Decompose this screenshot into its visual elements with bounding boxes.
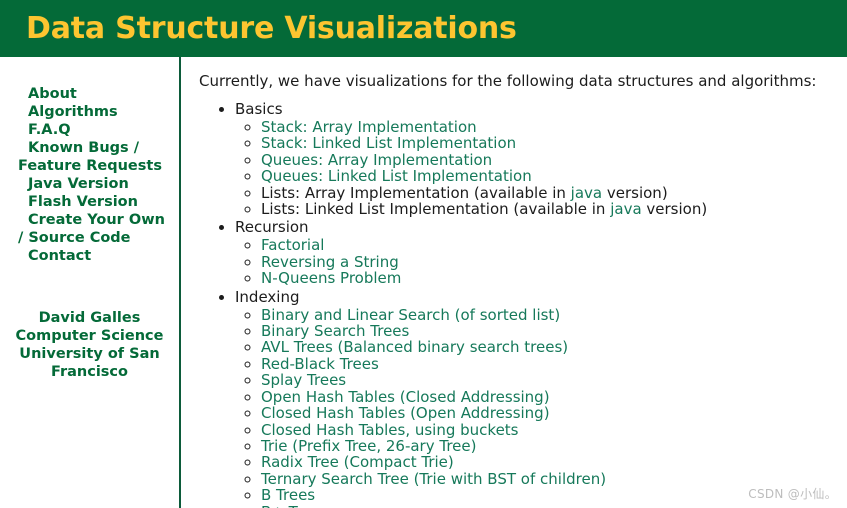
author-department: Computer Science	[15, 328, 164, 344]
visualization-link[interactable]: Splay Trees	[261, 371, 346, 389]
list-item[interactable]: Binary and Linear Search (of sorted list…	[261, 306, 847, 324]
page-title: Data Structure Visualizations	[26, 10, 517, 46]
visualization-link[interactable]: B Trees	[261, 486, 315, 504]
sidebar-item-label: Algorithms	[28, 104, 118, 120]
sidebar-item-algorithms[interactable]: Algorithms	[18, 103, 173, 121]
item-text: Lists: Array Implementation (available i…	[261, 183, 571, 202]
sidebar-item-label: Flash Version	[28, 194, 138, 210]
intro-text: Currently, we have visualizations for th…	[199, 72, 817, 90]
sidebar-item-create-your-own-source-code[interactable]: Create Your Own / Source Code	[18, 211, 173, 247]
page-header: Data Structure Visualizations	[0, 0, 847, 57]
list-item[interactable]: Lists: Linked List Implementation (avail…	[261, 201, 847, 217]
section-basics: BasicsStack: Array ImplementationStack: …	[235, 99, 847, 217]
list-item[interactable]: Factorial	[261, 237, 847, 253]
visualization-link[interactable]: Queues: Array Implementation	[261, 151, 492, 169]
visualization-link[interactable]: Closed Hash Tables, using buckets	[261, 421, 519, 439]
list-item[interactable]: Radix Tree (Compact Trie)	[261, 454, 847, 470]
list-item[interactable]: Queues: Array Implementation	[261, 152, 847, 168]
sidebar-item-about[interactable]: About	[18, 85, 173, 103]
sidebar-item-label: About	[28, 86, 77, 102]
section-recursion: RecursionFactorialReversing a StringN-Qu…	[235, 217, 847, 286]
main-content: Currently, we have visualizations for th…	[181, 57, 847, 508]
visualization-link[interactable]: Radix Tree (Compact Trie)	[261, 453, 454, 471]
author-institution: University of San Francisco	[19, 346, 160, 380]
sidebar-item-contact[interactable]: Contact	[18, 247, 173, 265]
list-item[interactable]: Splay Trees	[261, 372, 847, 388]
section-label: Recursion	[235, 218, 309, 237]
sidebar-item-label: Create Your Own / Source Code	[18, 212, 165, 246]
sidebar-item-label: Known Bugs / Feature Requests	[18, 140, 162, 174]
section-label: Indexing	[235, 287, 300, 306]
list-item[interactable]: Lists: Array Implementation (available i…	[261, 183, 847, 202]
visualization-link[interactable]: AVL Trees (Balanced binary search trees)	[261, 338, 568, 356]
item-text: version)	[602, 183, 668, 202]
sidebar-item-label: Contact	[28, 248, 92, 264]
visualization-link[interactable]: Factorial	[261, 236, 324, 254]
sidebar-item-flash-version[interactable]: Flash Version	[18, 193, 173, 211]
visualization-link[interactable]: B+ Trees	[261, 503, 328, 508]
author-block: David Galles Computer Science University…	[0, 309, 179, 381]
page-body: About Algorithms F.A.Q Known Bugs / Feature…	[0, 57, 847, 508]
section-item-list: Binary and Linear Search (of sorted list…	[235, 306, 847, 508]
list-item[interactable]: Red-Black Trees	[261, 356, 847, 372]
visualization-link[interactable]: Trie (Prefix Tree, 26-ary Tree)	[261, 437, 476, 455]
watermark: CSDN @小仙。	[748, 487, 837, 501]
section-indexing: IndexingBinary and Linear Search (of sor…	[235, 287, 847, 508]
author-name: David Galles	[38, 310, 141, 326]
sidebar-item-label: Java Version	[28, 176, 129, 192]
visualization-link[interactable]: Binary and Linear Search (of sorted list…	[261, 306, 560, 324]
visualization-link[interactable]: N-Queens Problem	[261, 269, 401, 287]
item-text: version)	[641, 200, 708, 219]
visualization-link[interactable]: Ternary Search Tree (Trie with BST of ch…	[261, 470, 606, 488]
section-item-list: FactorialReversing a StringN-Queens Prob…	[235, 237, 847, 286]
list-item[interactable]: Stack: Array Implementation	[261, 119, 847, 135]
visualization-link[interactable]: java	[610, 200, 641, 218]
section-label: Basics	[235, 100, 283, 118]
sidebar-nav: About Algorithms F.A.Q Known Bugs / Feature…	[0, 85, 179, 265]
list-item[interactable]: AVL Trees (Balanced binary search trees)	[261, 339, 847, 355]
visualization-link[interactable]: Red-Black Trees	[261, 355, 379, 373]
list-item[interactable]: Reversing a String	[261, 254, 847, 270]
list-item[interactable]: Binary Search Trees	[261, 323, 847, 339]
visualization-link[interactable]: Stack: Linked List Implementation	[261, 134, 516, 152]
list-item[interactable]: Stack: Linked List Implementation	[261, 135, 847, 151]
sidebar-item-java-version[interactable]: Java Version	[18, 175, 173, 193]
item-text: Lists: Linked List Implementation (avail…	[261, 200, 611, 219]
visualization-link[interactable]: java	[571, 184, 602, 202]
list-item[interactable]: Trie (Prefix Tree, 26-ary Tree)	[261, 438, 847, 454]
list-item[interactable]: Closed Hash Tables, using buckets	[261, 421, 847, 439]
list-item[interactable]: B+ Trees	[261, 503, 847, 508]
visualization-link[interactable]: Stack: Array Implementation	[261, 118, 477, 136]
visualization-link[interactable]: Queues: Linked List Implementation	[261, 167, 532, 185]
list-item[interactable]: N-Queens Problem	[261, 270, 847, 286]
sidebar-item-label: F.A.Q	[28, 122, 71, 138]
list-item[interactable]: Closed Hash Tables (Open Addressing)	[261, 405, 847, 421]
section-item-list: Stack: Array ImplementationStack: Linked…	[235, 119, 847, 217]
visualization-link[interactable]: Closed Hash Tables (Open Addressing)	[261, 404, 550, 422]
visualization-link[interactable]: Open Hash Tables (Closed Addressing)	[261, 388, 550, 406]
list-item[interactable]: Queues: Linked List Implementation	[261, 168, 847, 184]
list-item[interactable]: Open Hash Tables (Closed Addressing)	[261, 388, 847, 406]
visualization-link[interactable]: Binary Search Trees	[261, 322, 409, 340]
visualization-link[interactable]: Reversing a String	[261, 253, 399, 271]
sidebar-item-known-bugs-feature-requests[interactable]: Known Bugs / Feature Requests	[18, 139, 173, 175]
sidebar: About Algorithms F.A.Q Known Bugs / Feature…	[0, 57, 181, 508]
sidebar-item-f-a-q[interactable]: F.A.Q	[18, 121, 173, 139]
visualization-sections: BasicsStack: Array ImplementationStack: …	[199, 99, 847, 508]
